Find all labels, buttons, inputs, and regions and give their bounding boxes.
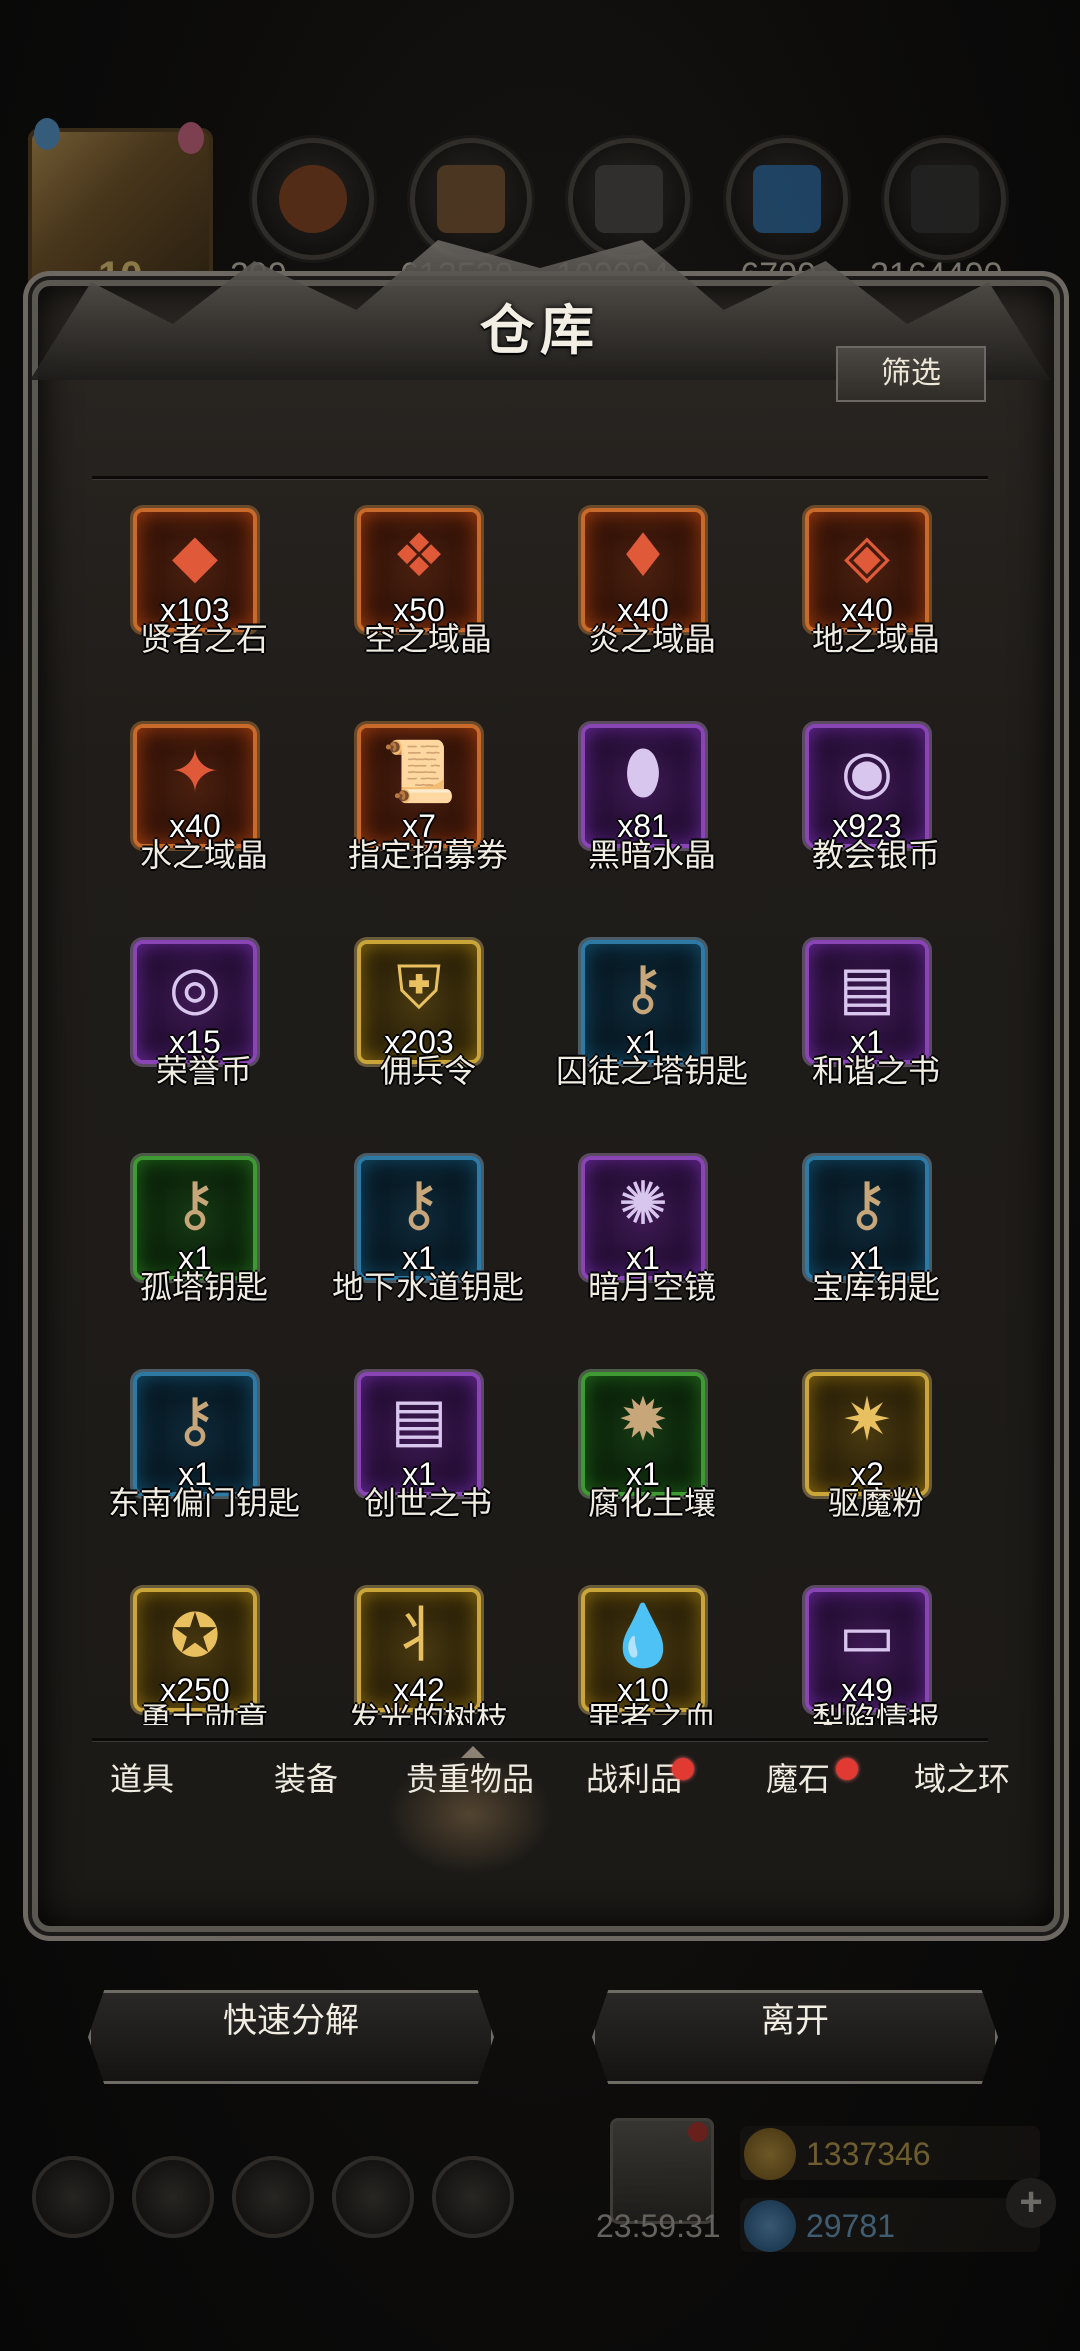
tab-loot[interactable]: 战利品: [552, 1754, 716, 1874]
item-slot[interactable]: ▤ x1 创世之书: [316, 1364, 540, 1580]
player-avatar[interactable]: 10: [28, 118, 213, 303]
branch-icon: ⺦: [389, 1601, 449, 1671]
book-icon: ▤: [390, 1385, 448, 1455]
item-name: 驱魔粉: [827, 1484, 924, 1522]
item-slot[interactable]: ◎ x15 荣誉币: [92, 932, 316, 1148]
notification-badge: [688, 2122, 708, 2142]
scroll-icon: 📜: [381, 737, 457, 807]
item-slot[interactable]: ♦ x40 炎之域晶: [540, 500, 764, 716]
earth-crystal-icon: ◈: [843, 521, 891, 591]
bottom-hud: 23:59:31 1337346 29781 +: [0, 2110, 1080, 2350]
key-icon: ⚷: [173, 1169, 217, 1239]
key-icon: ⚷: [845, 1169, 889, 1239]
add-currency-button[interactable]: +: [1006, 2178, 1056, 2228]
silver-coin-icon: ◉: [840, 737, 894, 807]
item-slot[interactable]: 💧 x10 罪者之血: [540, 1580, 764, 1725]
item-slot[interactable]: ⚷ x1 东南偏门钥匙: [92, 1364, 316, 1580]
tab-valuables[interactable]: 贵重物品: [388, 1754, 552, 1874]
book-icon: ▤: [838, 953, 896, 1023]
notification-badge: [672, 1758, 694, 1780]
tab-label: 域之环: [913, 1760, 1010, 1798]
gift-timer: 23:59:31: [596, 2208, 721, 2244]
item-slot[interactable]: ❖ x50 空之域晶: [316, 500, 540, 716]
tab-label: 战利品: [585, 1760, 682, 1798]
dialog-title: 仓库: [480, 298, 600, 362]
key-icon: ⚷: [621, 953, 665, 1023]
item-slot[interactable]: ✪ x250 勇士勋章: [92, 1580, 316, 1725]
tab-label: 道具: [109, 1760, 174, 1798]
item-slot[interactable]: ▭ x49 梨陷情报: [764, 1580, 988, 1725]
settings-icon[interactable]: [32, 2156, 114, 2238]
item-name: 和谐之书: [811, 1052, 940, 1090]
item-slot[interactable]: ◆ x103 贤者之石: [92, 500, 316, 716]
leave-button[interactable]: 离开: [592, 1990, 998, 2084]
item-name: 教会银币: [811, 836, 940, 874]
resource-iron-icon[interactable]: [884, 138, 1006, 260]
item-slot[interactable]: ⚷ x1 宝库钥匙: [764, 1148, 988, 1364]
item-slot[interactable]: ◉ x923 教会银币: [764, 716, 988, 932]
gold-value: 1337346: [806, 2136, 931, 2172]
tab-items[interactable]: 道具: [60, 1754, 224, 1874]
item-slot[interactable]: ⺦ x42 发光的树枝: [316, 1580, 540, 1725]
divider-bottom: [92, 1738, 988, 1741]
powder-icon: ✷: [841, 1385, 893, 1455]
resource-stone-icon[interactable]: [568, 138, 690, 260]
divider-top: [92, 476, 988, 479]
water-crystal-icon: ✦: [169, 737, 221, 807]
notification-badge: [836, 1758, 858, 1780]
tab-domain-rings[interactable]: 域之环: [880, 1754, 1044, 1874]
item-grid: ◆ x103 贤者之石 ❖ x50 空之域晶 ♦ x40 炎之域晶 ◈ x40 地之域晶 ✦ x40 水之域…: [92, 500, 988, 1725]
item-slot[interactable]: ⛨ x203 佣兵令: [316, 932, 540, 1148]
resource-wood-icon[interactable]: [410, 138, 532, 260]
soil-icon: ✹: [617, 1385, 669, 1455]
item-slot[interactable]: ▤ x1 和谐之书: [764, 932, 988, 1148]
item-slot[interactable]: ⚷ x1 囚徒之塔钥匙: [540, 932, 764, 1148]
shield-emblem-icon: ⛨: [396, 953, 442, 1023]
gem-value: 29781: [806, 2208, 895, 2244]
item-slot[interactable]: ◈ x40 地之域晶: [764, 500, 988, 716]
resource-meat-icon[interactable]: [252, 138, 374, 260]
tab-label: 装备: [273, 1760, 338, 1798]
mail-icon[interactable]: [332, 2156, 414, 2238]
item-slot[interactable]: ✦ x40 水之域晶: [92, 716, 316, 932]
tab-label: 贵重物品: [405, 1760, 534, 1798]
map-icon[interactable]: [432, 2156, 514, 2238]
item-name: 宝库钥匙: [811, 1268, 940, 1306]
resource-crystal-icon[interactable]: [726, 138, 848, 260]
white-crystal-icon: ❖: [392, 521, 446, 591]
balloon-icon: [178, 122, 204, 154]
paper-icon: ▭: [838, 1601, 896, 1671]
hero-icon[interactable]: [132, 2156, 214, 2238]
item-slot[interactable]: ⬮ x81 黑暗水晶: [540, 716, 764, 932]
balloon-icon: [34, 118, 60, 150]
tab-label: 魔石: [765, 1760, 830, 1798]
tab-magic-stones[interactable]: 魔石: [716, 1754, 880, 1874]
red-crystal-icon: ◆: [171, 521, 219, 591]
category-tabs: 道具 装备 贵重物品 战利品 魔石 域之环: [60, 1754, 1020, 1874]
filter-button[interactable]: 筛选: [836, 346, 986, 402]
item-name: 地之域晶: [811, 620, 940, 658]
tab-equipment[interactable]: 装备: [224, 1754, 388, 1874]
dark-crystal-icon: ⬮: [624, 737, 662, 807]
item-slot[interactable]: ✹ x1 腐化土壤: [540, 1364, 764, 1580]
guild-icon[interactable]: [232, 2156, 314, 2238]
key-icon: ⚷: [173, 1385, 217, 1455]
mirror-icon: ✺: [617, 1169, 669, 1239]
blood-drop-icon: 💧: [605, 1601, 681, 1671]
item-slot[interactable]: ⚷ x1 孤塔钥匙: [92, 1148, 316, 1364]
gold-coin-icon: [744, 2128, 796, 2180]
key-icon: ⚷: [397, 1169, 441, 1239]
medal-icon: ✪: [169, 1601, 221, 1671]
item-slot[interactable]: ⚷ x1 地下水道钥匙: [316, 1148, 540, 1364]
gem-icon: [744, 2200, 796, 2252]
quick-decompose-button[interactable]: 快速分解: [88, 1990, 494, 2084]
item-slot[interactable]: 📜 x7 指定招募券: [316, 716, 540, 932]
gold-coin-icon: ◎: [168, 953, 222, 1023]
item-slot[interactable]: ✷ x2 驱魔粉: [764, 1364, 988, 1580]
item-name: 梨陷情报: [811, 1700, 940, 1725]
fire-crystal-icon: ♦: [616, 521, 670, 591]
item-slot[interactable]: ✺ x1 暗月空镜: [540, 1148, 764, 1364]
